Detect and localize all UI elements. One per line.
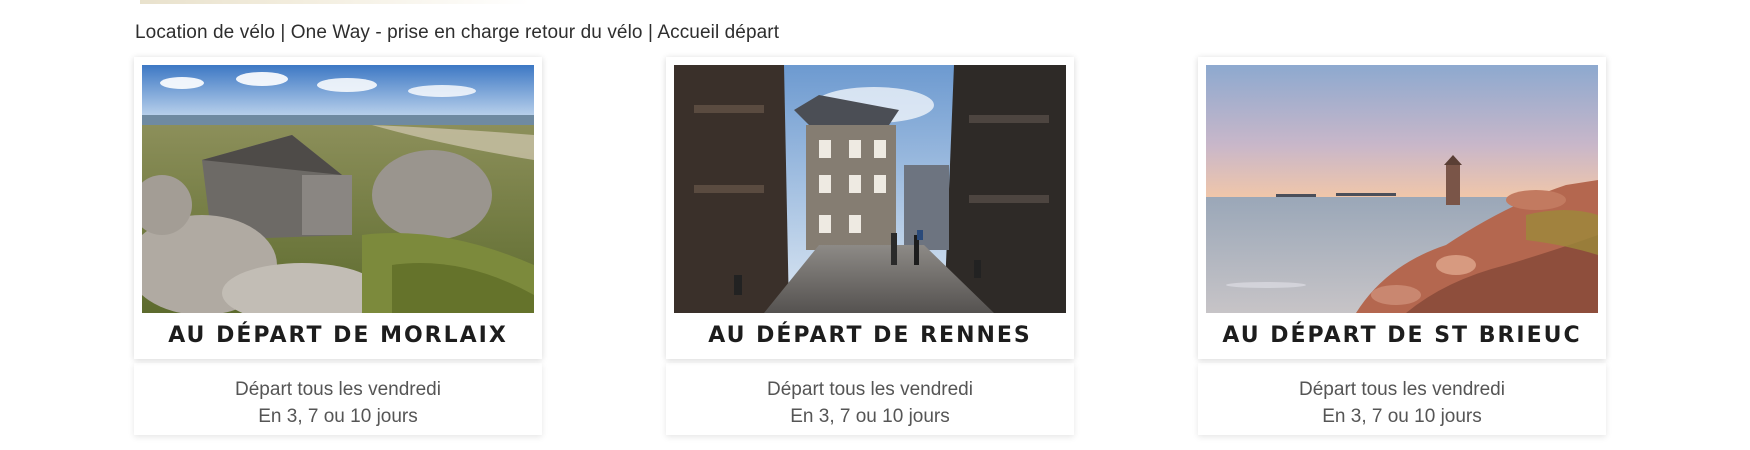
card-header[interactable]: AU DÉPART DE MORLAIX [134,57,542,359]
morlaix-photo[interactable] [142,65,534,313]
rennes-photo[interactable] [674,65,1066,313]
departure-card-morlaix[interactable]: AU DÉPART DE MORLAIX Départ tous les ven… [134,57,542,435]
duration-options: En 3, 7 ou 10 jours [258,406,418,427]
departure-day: Départ tous les vendredi [767,379,973,400]
departure-card-st-brieuc[interactable]: AU DÉPART DE ST BRIEUC Départ tous les v… [1198,57,1606,435]
breadcrumb: Location de vélo | One Way - prise en ch… [135,22,780,43]
departure-card-rennes[interactable]: AU DÉPART DE RENNES Départ tous les vend… [666,57,1074,435]
duration-options: En 3, 7 ou 10 jours [1322,406,1482,427]
page: Location de vélo | One Way - prise en ch… [0,0,1750,450]
card-title[interactable]: AU DÉPART DE MORLAIX [142,313,534,359]
card-header[interactable]: AU DÉPART DE RENNES [666,57,1074,359]
departure-day: Départ tous les vendredi [1299,379,1505,400]
card-title[interactable]: AU DÉPART DE ST BRIEUC [1206,313,1598,359]
header-remnant [140,0,530,4]
departure-day: Départ tous les vendredi [235,379,441,400]
card-title[interactable]: AU DÉPART DE RENNES [674,313,1066,359]
duration-options: En 3, 7 ou 10 jours [790,406,950,427]
st-brieuc-photo[interactable] [1206,65,1598,313]
card-info: Départ tous les vendredi En 3, 7 ou 10 j… [1198,363,1606,435]
card-info: Départ tous les vendredi En 3, 7 ou 10 j… [666,363,1074,435]
card-info: Départ tous les vendredi En 3, 7 ou 10 j… [134,363,542,435]
card-header[interactable]: AU DÉPART DE ST BRIEUC [1198,57,1606,359]
